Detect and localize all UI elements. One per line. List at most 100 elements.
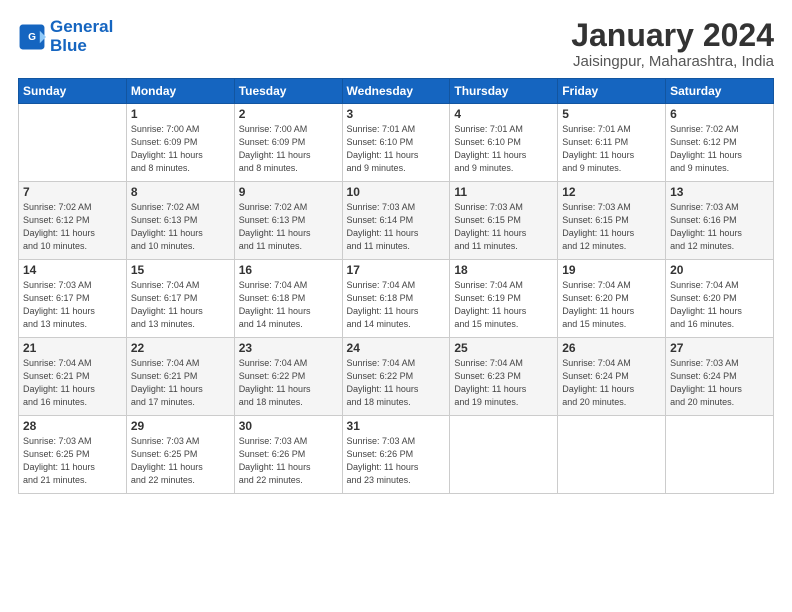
col-thursday: Thursday [450, 79, 558, 104]
day-info: Sunrise: 7:04 AMSunset: 6:18 PMDaylight:… [347, 279, 446, 331]
col-saturday: Saturday [666, 79, 774, 104]
day-info: Sunrise: 7:02 AMSunset: 6:12 PMDaylight:… [670, 123, 769, 175]
calendar-cell: 3Sunrise: 7:01 AMSunset: 6:10 PMDaylight… [342, 104, 450, 182]
day-info: Sunrise: 7:00 AMSunset: 6:09 PMDaylight:… [131, 123, 230, 175]
day-number: 14 [23, 263, 122, 277]
day-number: 25 [454, 341, 553, 355]
calendar-cell: 2Sunrise: 7:00 AMSunset: 6:09 PMDaylight… [234, 104, 342, 182]
calendar-cell: 25 Sunrise: 7:04 AMSunset: 6:23 PMDayligh… [450, 338, 558, 416]
calendar-cell: 11 Sunrise: 7:03 AMSunset: 6:15 PMDayligh… [450, 182, 558, 260]
day-number: 6 [670, 107, 769, 121]
day-info: Sunrise: 7:04 AMSunset: 6:22 PMDaylight:… [347, 357, 446, 409]
calendar-cell: 21Sunrise: 7:04 AMSunset: 6:21 PMDayligh… [19, 338, 127, 416]
day-info: Sunrise: 7:02 AMSunset: 6:13 PMDaylight:… [239, 201, 338, 253]
day-number: 8 [131, 185, 230, 199]
day-info: Sunrise: 7:03 AMSunset: 6:15 PMDaylight:… [562, 201, 661, 253]
title-block: January 2024 Jaisingpur, Maharashtra, In… [571, 18, 774, 70]
day-info: Sunrise: 7:01 AMSunset: 6:10 PMDaylight:… [347, 123, 446, 175]
calendar-table: Sunday Monday Tuesday Wednesday Thursday… [18, 78, 774, 494]
day-number: 5 [562, 107, 661, 121]
day-info: Sunrise: 7:02 AMSunset: 6:12 PMDaylight:… [23, 201, 122, 253]
day-number: 26 [562, 341, 661, 355]
day-info: Sunrise: 7:01 AMSunset: 6:11 PMDaylight:… [562, 123, 661, 175]
day-info: Sunrise: 7:04 AMSunset: 6:23 PMDaylight:… [454, 357, 553, 409]
logo: G General Blue [18, 18, 113, 55]
calendar-cell: 4 Sunrise: 7:01 AMSunset: 6:10 PMDaylight… [450, 104, 558, 182]
calendar-cell: 5 Sunrise: 7:01 AMSunset: 6:11 PMDaylight… [558, 104, 666, 182]
month-title: January 2024 [571, 18, 774, 53]
day-number: 13 [670, 185, 769, 199]
calendar-cell: 22 Sunrise: 7:04 AMSunset: 6:21 PMDayligh… [126, 338, 234, 416]
calendar-cell: 10 Sunrise: 7:03 AMSunset: 6:14 PMDayligh… [342, 182, 450, 260]
day-number: 17 [347, 263, 446, 277]
day-info: Sunrise: 7:04 AMSunset: 6:17 PMDaylight:… [131, 279, 230, 331]
day-number: 10 [347, 185, 446, 199]
day-number: 20 [670, 263, 769, 277]
day-number: 28 [23, 419, 122, 433]
day-info: Sunrise: 7:04 AMSunset: 6:21 PMDaylight:… [131, 357, 230, 409]
calendar-cell [450, 416, 558, 494]
calendar-cell: 13 Sunrise: 7:03 AMSunset: 6:16 PMDayligh… [666, 182, 774, 260]
day-number: 18 [454, 263, 553, 277]
day-info: Sunrise: 7:04 AMSunset: 6:20 PMDaylight:… [670, 279, 769, 331]
calendar-cell [558, 416, 666, 494]
col-sunday: Sunday [19, 79, 127, 104]
calendar-week-4: 21Sunrise: 7:04 AMSunset: 6:21 PMDayligh… [19, 338, 774, 416]
calendar-cell: 17 Sunrise: 7:04 AMSunset: 6:18 PMDayligh… [342, 260, 450, 338]
day-info: Sunrise: 7:04 AMSunset: 6:22 PMDaylight:… [239, 357, 338, 409]
day-info: Sunrise: 7:03 AMSunset: 6:26 PMDaylight:… [347, 435, 446, 487]
location: Jaisingpur, Maharashtra, India [571, 53, 774, 70]
calendar-week-3: 14 Sunrise: 7:03 AMSunset: 6:17 PMDayligh… [19, 260, 774, 338]
day-number: 4 [454, 107, 553, 121]
header-row: Sunday Monday Tuesday Wednesday Thursday… [19, 79, 774, 104]
calendar-cell: 6 Sunrise: 7:02 AMSunset: 6:12 PMDaylight… [666, 104, 774, 182]
calendar-cell: 30 Sunrise: 7:03 AMSunset: 6:26 PMDayligh… [234, 416, 342, 494]
calendar-cell: 9 Sunrise: 7:02 AMSunset: 6:13 PMDaylight… [234, 182, 342, 260]
calendar-cell: 7 Sunrise: 7:02 AMSunset: 6:12 PMDaylight… [19, 182, 127, 260]
day-info: Sunrise: 7:01 AMSunset: 6:10 PMDaylight:… [454, 123, 553, 175]
day-info: Sunrise: 7:04 AMSunset: 6:21 PMDaylight:… [23, 357, 122, 409]
col-tuesday: Tuesday [234, 79, 342, 104]
day-number: 24 [347, 341, 446, 355]
calendar-cell: 15 Sunrise: 7:04 AMSunset: 6:17 PMDayligh… [126, 260, 234, 338]
col-wednesday: Wednesday [342, 79, 450, 104]
day-number: 7 [23, 185, 122, 199]
calendar-cell: 19Sunrise: 7:04 AMSunset: 6:20 PMDayligh… [558, 260, 666, 338]
calendar-cell: 16Sunrise: 7:04 AMSunset: 6:18 PMDayligh… [234, 260, 342, 338]
day-info: Sunrise: 7:03 AMSunset: 6:14 PMDaylight:… [347, 201, 446, 253]
day-info: Sunrise: 7:03 AMSunset: 6:26 PMDaylight:… [239, 435, 338, 487]
day-info: Sunrise: 7:02 AMSunset: 6:13 PMDaylight:… [131, 201, 230, 253]
day-number: 23 [239, 341, 338, 355]
day-info: Sunrise: 7:04 AMSunset: 6:20 PMDaylight:… [562, 279, 661, 331]
day-number: 15 [131, 263, 230, 277]
calendar-week-2: 7 Sunrise: 7:02 AMSunset: 6:12 PMDaylight… [19, 182, 774, 260]
day-info: Sunrise: 7:03 AMSunset: 6:24 PMDaylight:… [670, 357, 769, 409]
calendar-cell: 29Sunrise: 7:03 AMSunset: 6:25 PMDayligh… [126, 416, 234, 494]
calendar-cell: 24 Sunrise: 7:04 AMSunset: 6:22 PMDayligh… [342, 338, 450, 416]
day-number: 22 [131, 341, 230, 355]
calendar-cell: 18Sunrise: 7:04 AMSunset: 6:19 PMDayligh… [450, 260, 558, 338]
day-number: 12 [562, 185, 661, 199]
header: G General Blue January 2024 Jaisingpur, … [18, 18, 774, 70]
day-number: 9 [239, 185, 338, 199]
calendar-cell: 8 Sunrise: 7:02 AMSunset: 6:13 PMDaylight… [126, 182, 234, 260]
day-info: Sunrise: 7:00 AMSunset: 6:09 PMDaylight:… [239, 123, 338, 175]
day-number: 29 [131, 419, 230, 433]
day-info: Sunrise: 7:04 AMSunset: 6:24 PMDaylight:… [562, 357, 661, 409]
calendar-cell: 27Sunrise: 7:03 AMSunset: 6:24 PMDayligh… [666, 338, 774, 416]
day-info: Sunrise: 7:03 AMSunset: 6:17 PMDaylight:… [23, 279, 122, 331]
day-info: Sunrise: 7:04 AMSunset: 6:18 PMDaylight:… [239, 279, 338, 331]
day-number: 11 [454, 185, 553, 199]
day-info: Sunrise: 7:03 AMSunset: 6:16 PMDaylight:… [670, 201, 769, 253]
logo-icon: G [18, 23, 46, 51]
page-container: G General Blue January 2024 Jaisingpur, … [0, 0, 792, 504]
calendar-cell: 1Sunrise: 7:00 AMSunset: 6:09 PMDaylight… [126, 104, 234, 182]
calendar-week-5: 28Sunrise: 7:03 AMSunset: 6:25 PMDayligh… [19, 416, 774, 494]
logo-text: General Blue [50, 18, 113, 55]
calendar-cell: 20 Sunrise: 7:04 AMSunset: 6:20 PMDayligh… [666, 260, 774, 338]
calendar-week-1: 1Sunrise: 7:00 AMSunset: 6:09 PMDaylight… [19, 104, 774, 182]
calendar-cell: 28Sunrise: 7:03 AMSunset: 6:25 PMDayligh… [19, 416, 127, 494]
day-number: 30 [239, 419, 338, 433]
day-info: Sunrise: 7:03 AMSunset: 6:15 PMDaylight:… [454, 201, 553, 253]
col-friday: Friday [558, 79, 666, 104]
